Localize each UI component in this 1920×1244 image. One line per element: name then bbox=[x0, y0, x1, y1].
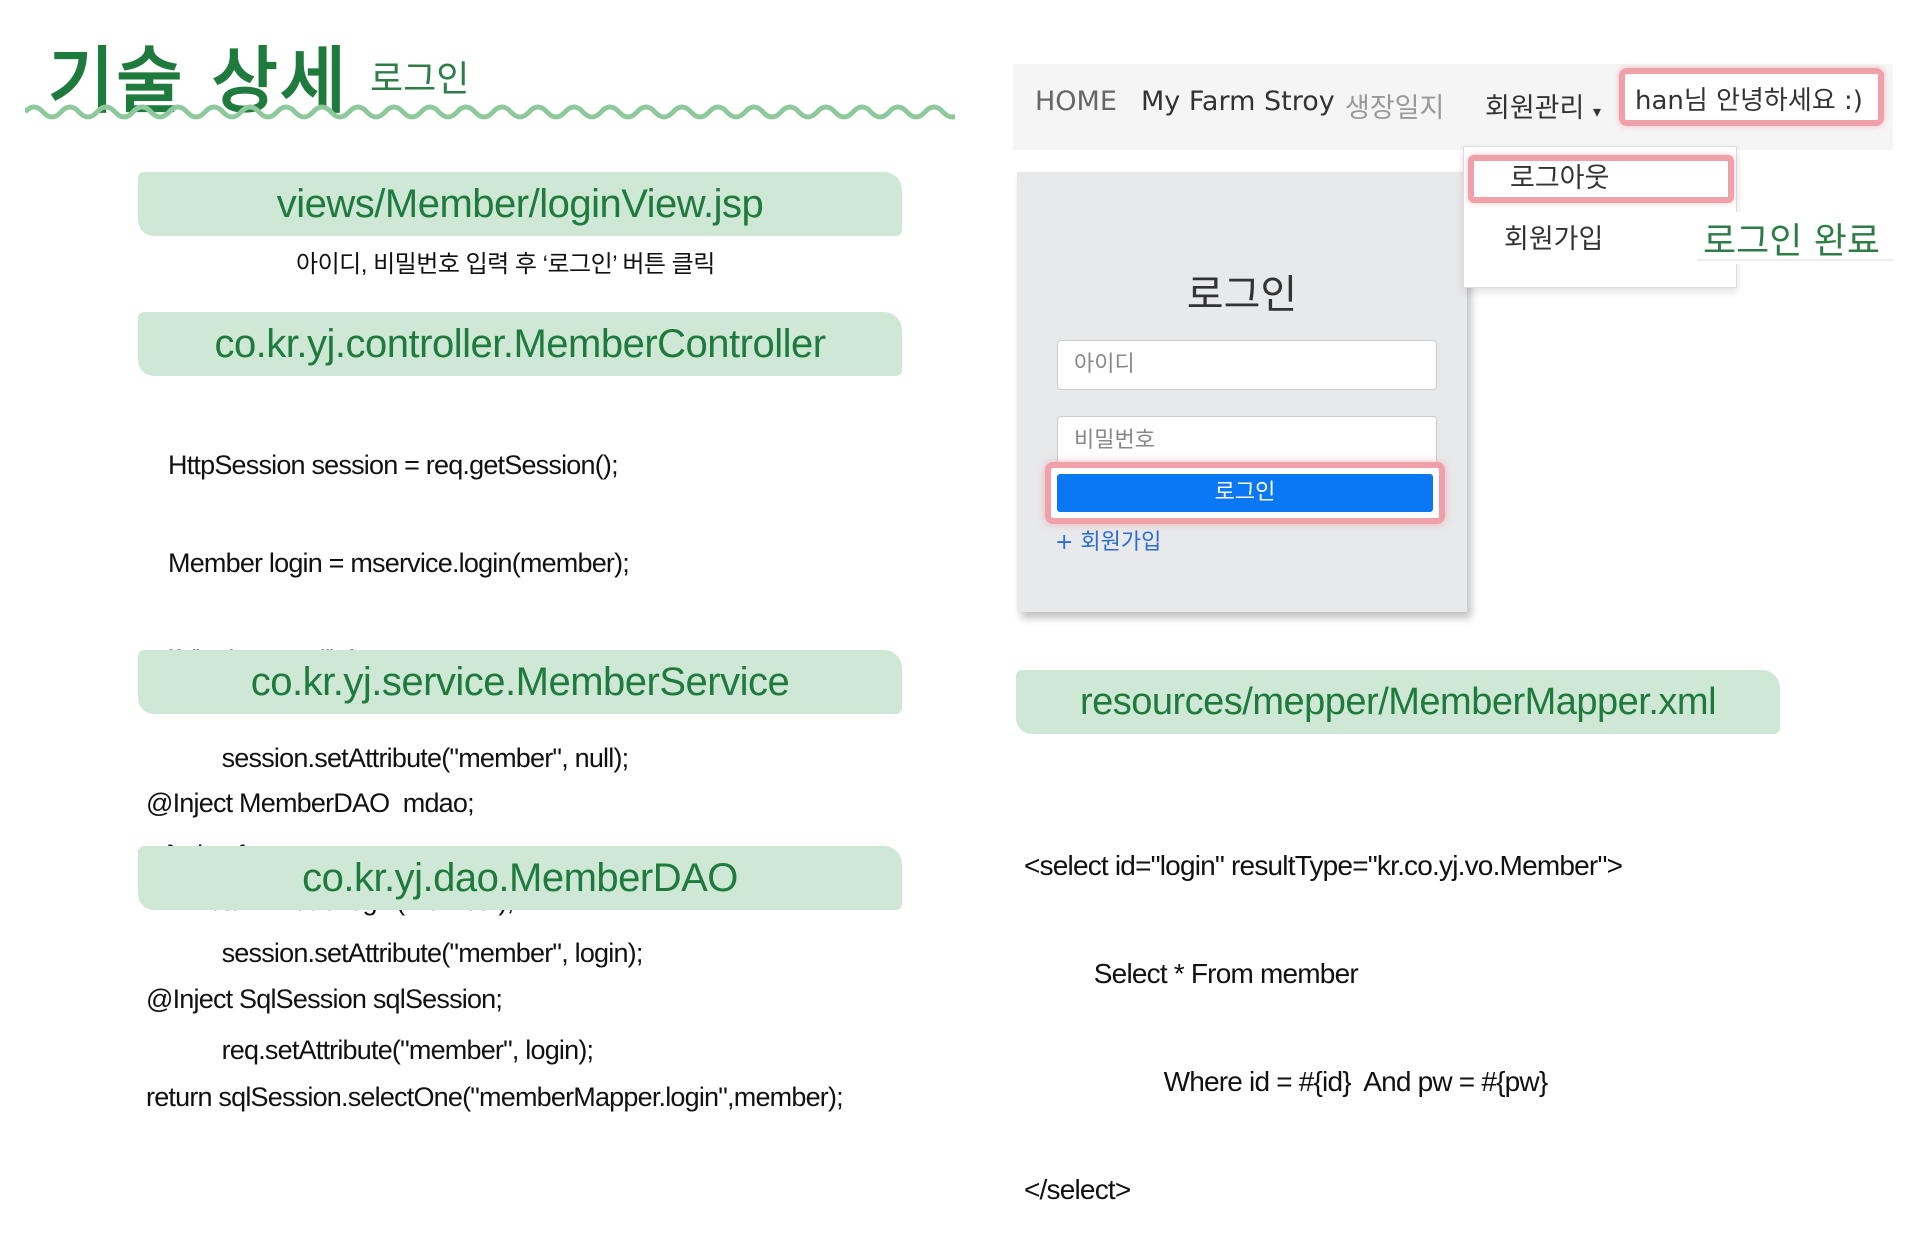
code-line: Member login = mservice.login(member); bbox=[168, 547, 630, 578]
code-line: Select * From member bbox=[1024, 958, 1359, 989]
nav-my-farm[interactable]: My Farm Stroy bbox=[1141, 86, 1335, 117]
code-line: @Inject MemberDAO mdao; bbox=[146, 788, 475, 818]
controller-banner: co.kr.yj.controller.MemberController bbox=[138, 312, 902, 376]
view-note: 아이디, 비밀번호 입력 후 ‘로그인’ 버튼 클릭 bbox=[296, 251, 715, 278]
login-button[interactable]: 로그인 bbox=[1057, 474, 1433, 512]
code-line: Where id = #{id} And pw = #{pw} bbox=[1024, 1066, 1549, 1097]
code-line: @Inject SqlSession sqlSession; bbox=[146, 984, 503, 1014]
login-complete-label: 로그인 완료 bbox=[1697, 212, 1887, 264]
navbar: HOME My Farm Stroy 생장일지 회원관리 ▾ han님 안녕하세… bbox=[1013, 64, 1893, 150]
nav-member-menu[interactable]: 회원관리 ▾ bbox=[1485, 86, 1601, 125]
member-dropdown: 로그아웃 회원가입 bbox=[1463, 146, 1737, 288]
id-input[interactable]: 아이디 bbox=[1057, 340, 1437, 390]
nav-member-label: 회원관리 bbox=[1485, 93, 1585, 124]
service-banner: co.kr.yj.service.MemberService bbox=[138, 650, 902, 714]
mapper-banner: resources/mepper/MemberMapper.xml bbox=[1016, 670, 1780, 734]
code-line: return sqlSession.selectOne("memberMappe… bbox=[146, 1081, 844, 1112]
login-button-highlight: 로그인 bbox=[1045, 462, 1445, 524]
password-input[interactable]: 비밀번호 bbox=[1057, 416, 1437, 466]
caret-down-icon: ▾ bbox=[1592, 102, 1601, 121]
join-link[interactable]: + 회원가입 bbox=[1055, 524, 1161, 556]
mapper-code-block: <select id="login" resultType="kr.co.yj.… bbox=[1024, 776, 1623, 1244]
join-menu-item[interactable]: 회원가입 bbox=[1504, 217, 1603, 256]
service-code-block: @Inject MemberDAO mdao; return mdao.logi… bbox=[146, 722, 514, 950]
dao-code-block: @Inject SqlSession sqlSession; return sq… bbox=[146, 918, 844, 1146]
nav-home[interactable]: HOME bbox=[1035, 86, 1117, 117]
app-screenshot: HOME My Farm Stroy 생장일지 회원관리 ▾ han님 안녕하세… bbox=[1013, 62, 1893, 622]
code-line: HttpSession session = req.getSession(); bbox=[168, 450, 619, 480]
logout-menu-item[interactable]: 로그아웃 bbox=[1468, 155, 1734, 203]
login-panel: 로그인 아이디 비밀번호 로그인 + 회원가입 bbox=[1017, 172, 1467, 612]
view-file-banner: views/Member/loginView.jsp bbox=[138, 172, 902, 236]
login-heading: 로그인 bbox=[1186, 272, 1298, 318]
dao-banner: co.kr.yj.dao.MemberDAO bbox=[138, 846, 902, 910]
wave-divider bbox=[25, 104, 955, 120]
code-line: <select id="login" resultType="kr.co.yj.… bbox=[1024, 850, 1623, 881]
divider bbox=[1697, 259, 1893, 261]
nav-diary[interactable]: 생장일지 bbox=[1345, 86, 1444, 125]
page-subtitle: 로그인 bbox=[370, 59, 470, 100]
code-line: </select> bbox=[1024, 1174, 1131, 1205]
greeting-badge: han님 안녕하세요 :) bbox=[1619, 68, 1884, 126]
